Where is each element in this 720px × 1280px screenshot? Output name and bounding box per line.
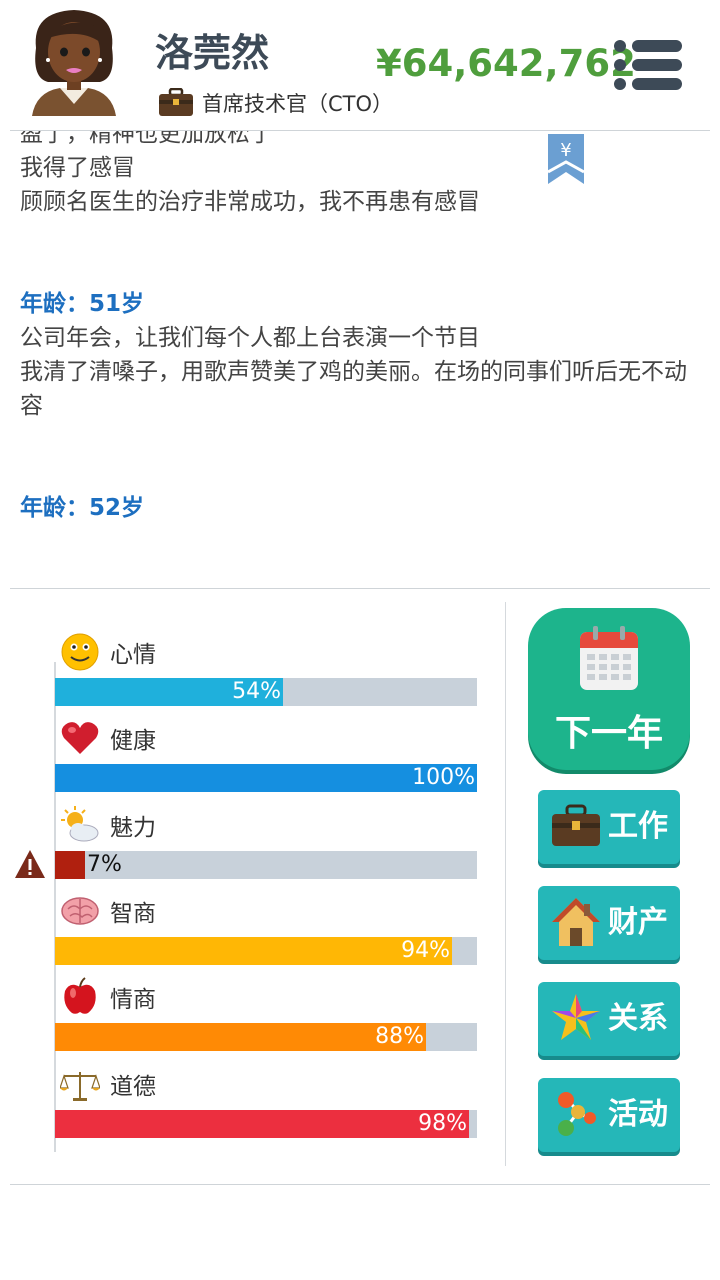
stat-value: 100% <box>412 765 475 791</box>
stat-row: 道德 98% <box>0 1064 500 1150</box>
warning-icon[interactable] <box>14 849 46 879</box>
money-amount: ¥64,642,762 <box>376 42 636 85</box>
stat-bar-fill <box>55 1023 426 1052</box>
house-icon <box>552 898 600 946</box>
stat-label: 情商 <box>110 987 156 1014</box>
log-divider <box>10 588 710 589</box>
stat-bar-track: 88% <box>55 1023 477 1052</box>
stat-value: 98% <box>418 1110 467 1136</box>
stat-header: 魅力 <box>60 805 156 845</box>
work-button[interactable]: 工作 <box>538 790 680 864</box>
stat-header: 道德 <box>60 1064 156 1104</box>
relations-button[interactable]: 关系 <box>538 982 680 1056</box>
activities-button[interactable]: 活动 <box>538 1078 680 1152</box>
stat-label: 智商 <box>110 900 156 927</box>
bookmark-icon[interactable]: ¥ <box>548 134 584 184</box>
stat-bar-track: 98% <box>55 1109 477 1138</box>
header: 洛莞然 首席技术官（CTO） ¥64,642,762 <box>0 0 720 130</box>
apple-icon <box>64 977 96 1014</box>
scales-icon <box>60 1071 100 1101</box>
work-label: 工作 <box>608 809 668 844</box>
age-heading: 年龄：52岁 <box>20 495 145 521</box>
bookmark-glyph: ¥ <box>560 140 571 161</box>
stat-row: 健康 100% <box>0 718 500 804</box>
next-year-label: 下一年 <box>554 713 663 754</box>
stat-header: 心情 <box>60 632 156 672</box>
stat-value: 54% <box>232 679 281 704</box>
star-icon <box>552 994 600 1040</box>
stat-header: 智商 <box>60 891 156 931</box>
stats-panel: 心情 54% 健康 100% 魅力 7% 智商 94% 情商 88% 道德 98% <box>0 600 500 1160</box>
log-line: 我清了清嗓子，用歌声赞美了鸡的美丽。在场的同事们听后无不动容 <box>20 359 687 419</box>
heart-icon <box>61 722 99 755</box>
share-nodes-icon <box>558 1092 596 1136</box>
stat-label: 魅力 <box>110 814 156 841</box>
job-row: 首席技术官（CTO） <box>158 88 393 118</box>
stat-row: 心情 54% <box>0 632 500 718</box>
avatar[interactable] <box>30 8 118 116</box>
bottom-divider <box>10 1184 710 1185</box>
stat-bar-fill <box>55 850 85 879</box>
player-name: 洛莞然 <box>155 31 270 75</box>
relations-label: 关系 <box>608 1001 668 1036</box>
menu-icon[interactable] <box>612 38 684 92</box>
stat-header: 情商 <box>60 977 156 1017</box>
property-label: 财产 <box>608 905 668 940</box>
brain-icon <box>61 897 99 925</box>
stat-bar-track: 94% <box>55 936 477 965</box>
briefcase-icon <box>159 88 193 116</box>
stat-bar-track: 100% <box>55 764 477 793</box>
stat-row: 智商 94% <box>0 891 500 977</box>
stat-bar-fill <box>55 1109 469 1138</box>
calendar-icon <box>580 626 638 690</box>
stat-row: 情商 88% <box>0 977 500 1063</box>
log-line: 公司年会，让我们每个人都上台表演一个节目 <box>20 325 480 351</box>
stat-row: 魅力 7% <box>0 805 500 891</box>
stat-value: 7% <box>87 851 122 877</box>
stat-bar-fill <box>55 936 452 965</box>
smiley-icon <box>61 633 99 671</box>
sun-cloud-icon <box>61 805 99 842</box>
log-line: 顾顾名医生的治疗非常成功，我不再患有感冒 <box>20 189 480 215</box>
stat-label: 心情 <box>110 642 156 668</box>
panel-divider <box>505 602 506 1166</box>
stat-label: 道德 <box>110 1073 156 1100</box>
briefcase-icon <box>552 804 600 846</box>
stat-value: 88% <box>375 1024 424 1050</box>
next-year-button[interactable]: 下一年 <box>528 608 690 770</box>
log-line: 我得了感冒 <box>20 155 135 181</box>
stat-header: 健康 <box>60 718 156 758</box>
log-line: 盈了，精神也更加放松了 <box>20 131 273 147</box>
stat-value: 94% <box>401 937 450 963</box>
stat-bar-track: 54% <box>55 678 477 706</box>
stat-label: 健康 <box>110 728 156 755</box>
activities-label: 活动 <box>608 1097 668 1132</box>
event-log[interactable]: 盈了，精神也更加放松了我得了感冒顾顾名医生的治疗非常成功，我不再患有感冒 年龄：5… <box>0 131 720 587</box>
stat-bar-track: 7% <box>55 850 477 879</box>
event-log-content: 盈了，精神也更加放松了我得了感冒顾顾名医生的治疗非常成功，我不再患有感冒 年龄：5… <box>20 131 700 525</box>
job-title: 首席技术官（CTO） <box>202 92 394 116</box>
property-button[interactable]: 财产 <box>538 886 680 960</box>
age-heading: 年龄：51岁 <box>20 291 145 317</box>
